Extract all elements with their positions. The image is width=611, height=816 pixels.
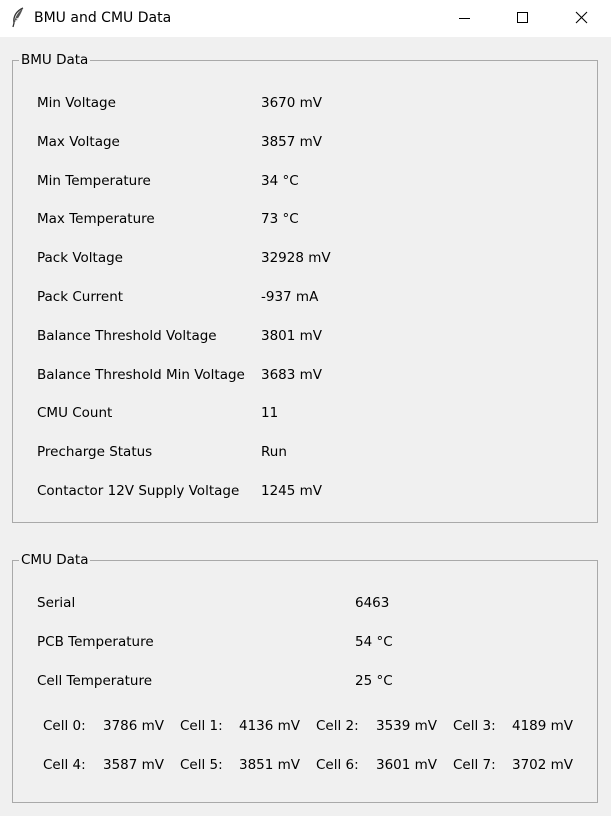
title-bar[interactable]: BMU and CMU Data	[0, 0, 611, 37]
max-voltage-label: Max Voltage	[37, 134, 120, 150]
balance-threshold-min-voltage-value: 3683 mV	[261, 367, 323, 383]
cmu-count-value: 11	[261, 405, 279, 421]
cell-5-value: 3851 mV	[239, 757, 301, 773]
min-voltage-label: Min Voltage	[37, 95, 116, 111]
bmu-data-group: BMU Data Min Voltage 3670 mV Max Voltage…	[12, 51, 598, 523]
contactor-supply-voltage-value: 1245 mV	[261, 483, 323, 499]
pack-current-label: Pack Current	[37, 289, 124, 305]
cell-6-value: 3601 mV	[376, 757, 438, 773]
max-voltage-value: 3857 mV	[261, 134, 323, 150]
maximize-icon	[517, 12, 528, 23]
balance-threshold-voltage-value: 3801 mV	[261, 328, 323, 344]
close-icon	[575, 11, 588, 24]
minimize-button[interactable]	[435, 0, 493, 37]
bmu-data-legend: BMU Data	[19, 51, 91, 69]
cell-0-label: Cell 0:	[43, 718, 86, 734]
cell-temperature-label: Cell Temperature	[37, 673, 153, 689]
cell-2-value: 3539 mV	[376, 718, 438, 734]
cell-6-label: Cell 6:	[316, 757, 359, 773]
cell-7-value: 3702 mV	[512, 757, 574, 773]
cell-5-label: Cell 5:	[180, 757, 223, 773]
contactor-supply-voltage-label: Contactor 12V Supply Voltage	[37, 483, 240, 499]
pcb-temperature-label: PCB Temperature	[37, 634, 154, 650]
cell-3-value: 4189 mV	[512, 718, 574, 734]
balance-threshold-voltage-label: Balance Threshold Voltage	[37, 328, 217, 344]
cell-4-value: 3587 mV	[103, 757, 165, 773]
cell-7-label: Cell 7:	[453, 757, 496, 773]
pcb-temperature-value: 54 °C	[355, 634, 393, 650]
cmu-data-group: CMU Data Serial 6463 PCB Temperature 54 …	[12, 551, 598, 803]
min-temperature-label: Min Temperature	[37, 173, 151, 189]
cell-0-value: 3786 mV	[103, 718, 165, 734]
cmu-data-legend: CMU Data	[19, 551, 91, 569]
pack-voltage-label: Pack Voltage	[37, 250, 123, 266]
cell-2-label: Cell 2:	[316, 718, 359, 734]
precharge-status-label: Precharge Status	[37, 444, 153, 460]
pack-current-value: -937 mA	[261, 289, 319, 305]
cell-1-value: 4136 mV	[239, 718, 301, 734]
serial-label: Serial	[37, 595, 76, 611]
max-temperature-value: 73 °C	[261, 211, 299, 227]
min-temperature-value: 34 °C	[261, 173, 299, 189]
serial-value: 6463	[355, 595, 390, 611]
balance-threshold-min-voltage-label: Balance Threshold Min Voltage	[37, 367, 245, 383]
feather-icon	[10, 7, 26, 29]
pack-voltage-value: 32928 mV	[261, 250, 331, 266]
cell-1-label: Cell 1:	[180, 718, 223, 734]
cell-temperature-value: 25 °C	[355, 673, 393, 689]
min-voltage-value: 3670 mV	[261, 95, 323, 111]
cell-4-label: Cell 4:	[43, 757, 86, 773]
cell-3-label: Cell 3:	[453, 718, 496, 734]
minimize-icon	[459, 18, 470, 19]
precharge-status-value: Run	[261, 444, 287, 460]
maximize-button[interactable]	[493, 0, 551, 37]
window-title: BMU and CMU Data	[34, 10, 172, 26]
max-temperature-label: Max Temperature	[37, 211, 155, 227]
close-button[interactable]	[553, 0, 611, 37]
cmu-count-label: CMU Count	[37, 405, 113, 421]
